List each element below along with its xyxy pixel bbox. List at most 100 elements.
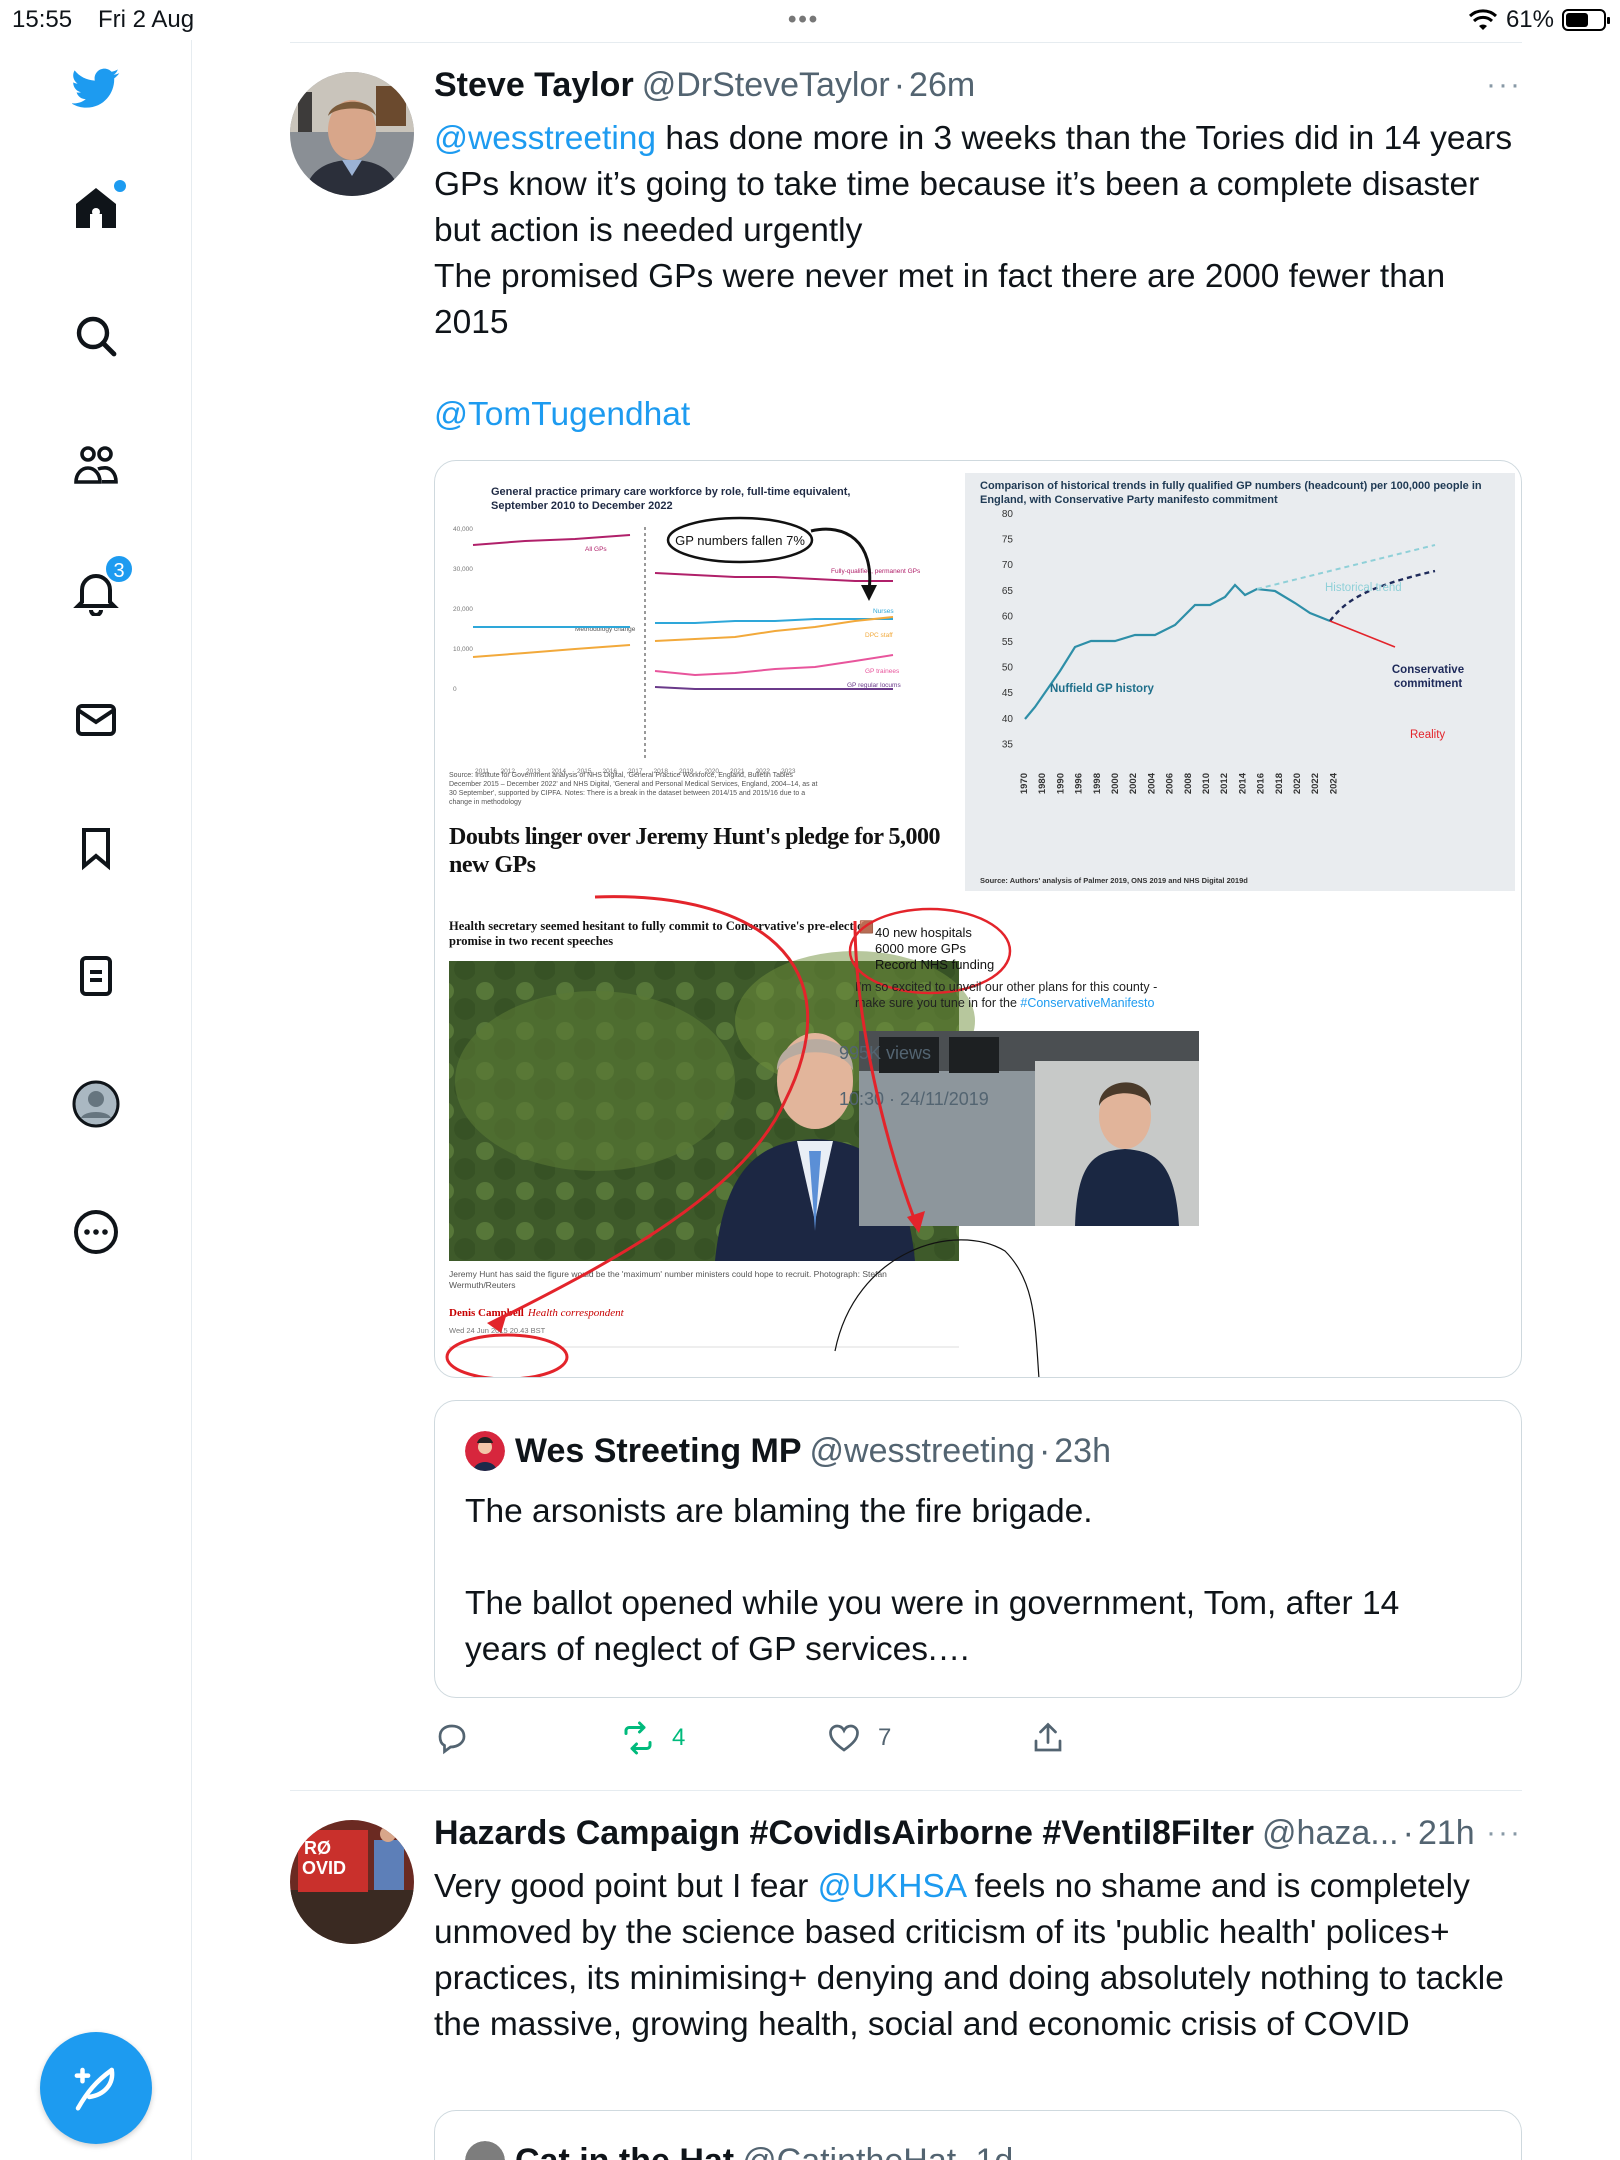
right-chart-xtick: 1970 <box>1019 773 1030 794</box>
mention-link[interactable]: @UKHSA <box>818 1868 966 1905</box>
tweet-hazards-campaign[interactable]: RØ OVID Hazards Campaign #CovidIsAirborn… <box>290 1790 1522 2160</box>
article-headline: Doubts linger over Jeremy Hunt's pledge … <box>449 824 941 878</box>
home-unread-dot <box>114 180 126 192</box>
reply-button[interactable] <box>434 1720 486 1756</box>
quote-time: 23h <box>1054 1431 1111 1470</box>
quote-author-name: Cat in the Hat <box>515 2142 734 2160</box>
right-chart-ytick: 65 <box>1002 586 1014 597</box>
tweet-time[interactable]: 21h <box>1418 1814 1475 1853</box>
twitter-bird-icon[interactable] <box>70 62 122 114</box>
tweet-text-pre: Very good point but I fear <box>434 1868 818 1905</box>
author-name[interactable]: Steve Taylor <box>434 66 634 105</box>
left-chart-ytick: 30,000 <box>453 566 473 573</box>
messages-envelope-icon[interactable] <box>70 694 122 746</box>
retweet-icon <box>624 1721 652 1755</box>
reply-icon <box>438 1724 466 1755</box>
home-icon[interactable] <box>70 180 126 234</box>
left-chart-ytick: 10,000 <box>453 646 473 653</box>
share-button[interactable] <box>1030 1720 1066 1756</box>
right-chart-source: Source: Authors' analysis of Palmer 2019… <box>980 876 1248 885</box>
compose-feather-icon <box>74 2067 115 2111</box>
avatar[interactable] <box>290 72 414 196</box>
header-separator: · <box>893 66 906 104</box>
right-chart-xtick: 1990 <box>1055 773 1066 794</box>
quote-time: 1d <box>976 2142 1014 2160</box>
tweet-media-image[interactable]: General practice primary care workforce … <box>434 460 1522 1378</box>
quote-text-para2: The ballot opened while you were in gove… <box>465 1585 1400 1668</box>
left-chart-ytick: 40,000 <box>453 526 473 533</box>
profile-avatar-icon[interactable] <box>70 1078 122 1130</box>
left-chart-ytick: 0 <box>453 686 457 693</box>
tweet-text: Very good point but I fear @UKHSA feels … <box>434 1864 1514 2048</box>
quote-avatar <box>465 2141 505 2160</box>
tweet-text-line2: GPs know it’s going to take time because… <box>434 166 1480 249</box>
tweet-actions: 4 7 <box>434 1720 1134 1770</box>
article-byline-role: Health correspondent <box>527 1307 625 1319</box>
mention-link[interactable]: @wesstreeting <box>434 120 656 157</box>
right-chart-xtick: 2014 <box>1237 772 1248 794</box>
quote-author-handle: @CatintheHat <box>742 2142 956 2160</box>
mention-link-2[interactable]: @TomTugendhat <box>434 392 1514 438</box>
tweet-steve-taylor[interactable]: Steve Taylor @DrSteveTaylor · 26m ··· @w… <box>290 42 1522 1790</box>
right-chart-ytick: 40 <box>1002 714 1014 725</box>
right-chart-title: Comparison of historical trends in fully… <box>980 480 1482 506</box>
left-chart-series-label: DPC staff <box>865 632 893 639</box>
quote-author-name: Wes Streeting MP <box>515 1431 802 1470</box>
tweet-more-icon[interactable]: ··· <box>1486 1816 1522 1850</box>
left-chart-ytick: 20,000 <box>453 606 473 613</box>
quote-header: Wes Streeting MP @wesstreeting · 23h <box>465 1431 1111 1471</box>
right-chart-xtick: 2004 <box>1146 772 1157 794</box>
battery-icon <box>1562 9 1610 31</box>
like-count: 7 <box>878 1724 892 1751</box>
quoted-tweet-peek[interactable]: Cat in the Hat @CatintheHat · 1d <box>434 2110 1522 2160</box>
right-chart-xtick: 1998 <box>1092 773 1103 794</box>
lists-icon[interactable] <box>70 950 122 1002</box>
svg-text:RØ: RØ <box>304 1838 331 1858</box>
quoted-tweet[interactable]: Wes Streeting MP @wesstreeting · 23h The… <box>434 1400 1522 1698</box>
notifications-bell-icon[interactable]: 3 <box>70 554 134 618</box>
quote-avatar <box>465 1431 505 1471</box>
quote-text-para1: The arsonists are blaming the fire briga… <box>465 1493 1093 1530</box>
left-chart-source: Source: Institute for Government analysi… <box>449 772 818 806</box>
sidebar: 3 <box>0 40 192 2160</box>
avatar[interactable]: RØ OVID <box>290 1820 414 1944</box>
embedded-views: 995K views <box>839 1043 931 1063</box>
header-separator: · <box>1402 1814 1414 1852</box>
svg-text:OVID: OVID <box>302 1858 346 1878</box>
battery-percent: 61% <box>1505 6 1554 33</box>
embedded-timestamp: 10:30 · 24/11/2019 <box>839 1089 989 1109</box>
tweet-time[interactable]: 26m <box>909 66 975 105</box>
search-icon[interactable] <box>70 310 122 362</box>
quote-author-handle: @wesstreeting <box>809 1431 1035 1470</box>
left-chart-series-line <box>472 534 631 546</box>
embedded-hashtag: #ConservativeManifesto <box>1020 996 1155 1010</box>
right-chart-xtick: 2012 <box>1219 773 1230 794</box>
like-button[interactable]: 7 <box>826 1720 891 1756</box>
left-chart-series-label: All GPs <box>585 546 607 553</box>
compose-tweet-button[interactable] <box>40 2032 152 2144</box>
tweet-more-icon[interactable]: ··· <box>1486 68 1522 102</box>
author-handle[interactable]: @DrSteveTaylor <box>642 66 890 105</box>
right-chart-ytick: 75 <box>1002 535 1014 546</box>
bookmarks-icon[interactable] <box>70 822 122 874</box>
author-handle[interactable]: @haza... <box>1262 1814 1399 1853</box>
left-chart-series-line <box>472 644 631 658</box>
status-time: 15:55 <box>12 6 73 33</box>
right-chart-xtick: 2016 <box>1256 773 1267 794</box>
tweet-text-line1: has done more in 3 weeks than the Tories… <box>656 120 1513 157</box>
multitasking-dots-icon[interactable]: ••• <box>788 6 819 34</box>
label-historical-trend: Historical trend <box>1325 582 1402 594</box>
more-options-circle-icon[interactable] <box>70 1206 122 1258</box>
author-name[interactable]: Hazards Campaign #CovidIsAirborne #Venti… <box>434 1814 1254 1853</box>
right-chart-xtick: 2018 <box>1274 773 1285 794</box>
right-chart-xtick: 2022 <box>1310 773 1321 794</box>
embedded-line3: Record NHS funding <box>875 957 994 972</box>
retweet-button[interactable]: 4 <box>620 1720 685 1756</box>
label-reality: Reality <box>1410 729 1445 741</box>
right-chart-xtick: 1980 <box>1037 773 1048 794</box>
right-chart-xtick: 2024 <box>1328 772 1339 794</box>
gp-fallen-text: GP numbers fallen 7% <box>675 533 805 548</box>
quote-text: The arsonists are blaming the fire briga… <box>465 1489 1485 1673</box>
right-chart-ytick: 50 <box>1002 663 1014 674</box>
communities-icon[interactable] <box>70 438 122 490</box>
